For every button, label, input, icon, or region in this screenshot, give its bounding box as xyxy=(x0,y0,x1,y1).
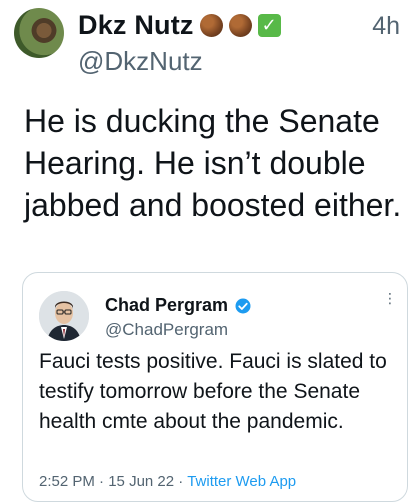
more-options-icon[interactable]: ⋮ xyxy=(383,291,397,305)
quoted-source-link[interactable]: Twitter Web App xyxy=(187,473,296,490)
check-mark-icon: ✓ xyxy=(257,13,281,37)
nut-emoji-icon xyxy=(228,13,252,37)
quoted-date[interactable]: 15 Jun 22 xyxy=(108,473,174,490)
person-photo-icon xyxy=(39,291,89,341)
quoted-tweet-text: Fauci tests positive. Fauci is slated to… xyxy=(39,350,387,433)
author-avatar[interactable] xyxy=(14,8,64,58)
meta-separator: · xyxy=(178,473,184,490)
meta-separator: · xyxy=(99,473,105,490)
quoted-time[interactable]: 2:52 PM xyxy=(39,473,95,490)
tweet-timestamp[interactable]: 4h xyxy=(372,12,400,41)
nut-emoji-icon xyxy=(199,13,223,37)
author-handle[interactable]: @DkzNutz xyxy=(78,46,203,77)
verified-badge-icon xyxy=(235,298,251,313)
tweet-text: He is ducking the Senate Hearing. He isn… xyxy=(24,103,402,223)
quoted-display-name[interactable]: Chad Pergram xyxy=(105,295,228,316)
quoted-name-row: Chad Pergram xyxy=(105,295,252,316)
quoted-tweet-card[interactable]: Chad Pergram @ChadPergram ⋮ Fauci tests … xyxy=(22,272,408,502)
quoted-tweet-meta: 2:52 PM · 15 Jun 22 · Twitter Web App xyxy=(39,473,296,490)
author-display-name[interactable]: Dkz Nutz xyxy=(78,10,194,41)
quoted-author-avatar[interactable] xyxy=(39,291,89,341)
quoted-handle[interactable]: @ChadPergram xyxy=(105,320,228,340)
author-name-row: Dkz Nutz ✓ xyxy=(78,8,281,42)
